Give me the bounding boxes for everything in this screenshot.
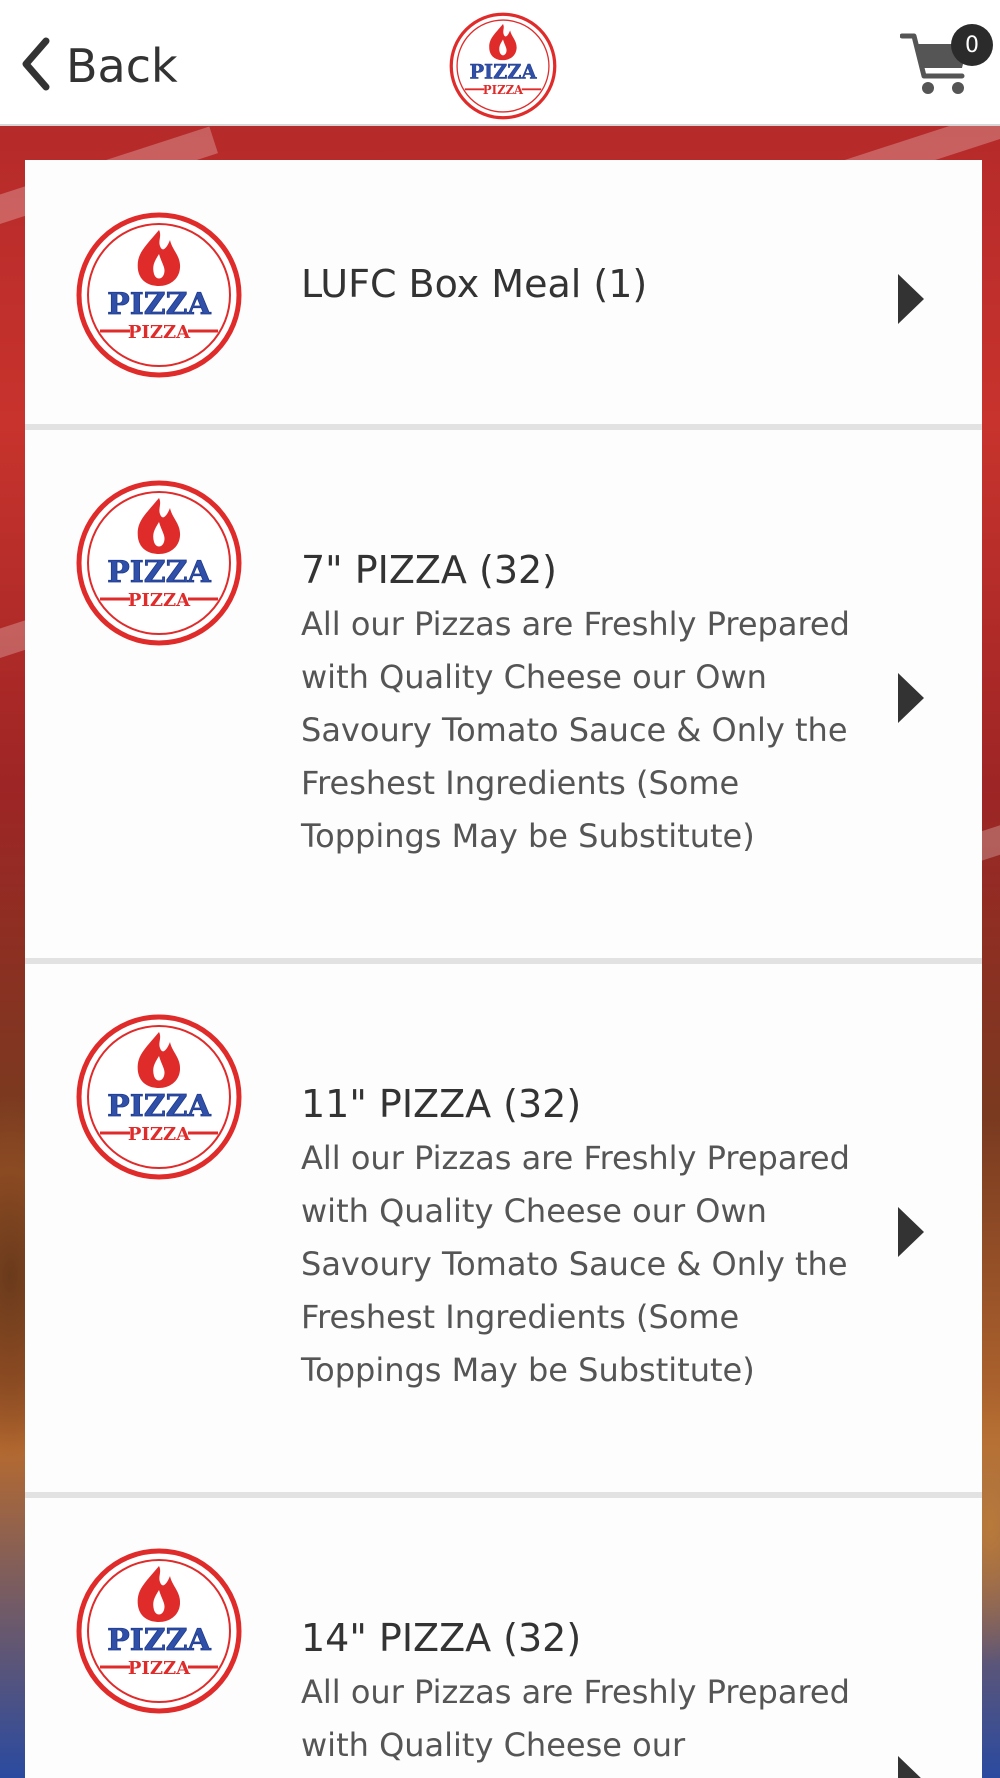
pizza-pizza-logo-icon (74, 478, 244, 648)
pizza-pizza-logo-icon (74, 210, 244, 380)
item-text: 7" PIZZA (32) All our Pizzas are Freshly… (301, 546, 881, 863)
pizza-pizza-logo-icon (448, 11, 558, 121)
caret-right-icon (896, 1205, 926, 1259)
item-description: All our Pizzas are Freshly Prepared with… (301, 1139, 850, 1389)
pizza-pizza-logo-icon (74, 1546, 244, 1716)
back-button[interactable]: Back (18, 34, 178, 98)
caret-right-icon (896, 272, 926, 326)
list-item[interactable]: LUFC Box Meal (1) (25, 160, 982, 430)
shopping-cart-icon (899, 33, 972, 102)
back-label: Back (66, 39, 178, 93)
caret-right-icon (896, 1754, 926, 1778)
category-list: LUFC Box Meal (1) 7" PIZZA (32) All our … (25, 160, 982, 1778)
item-text: 11" PIZZA (32) All our Pizzas are Freshl… (301, 1080, 881, 1397)
item-title: 11" PIZZA (32) (301, 1082, 582, 1126)
app-screen: Back 0 LUFC Box Meal (1) 7" PIZZA (32) A… (0, 0, 1000, 1778)
item-title: LUFC Box Meal (1) (301, 262, 648, 306)
item-description: All our Pizzas are Freshly Prepared with… (301, 605, 850, 855)
item-title: 7" PIZZA (32) (301, 548, 557, 592)
top-navigation-bar: Back 0 (0, 0, 1000, 126)
list-item[interactable]: 11" PIZZA (32) All our Pizzas are Freshl… (25, 964, 982, 1498)
pizza-pizza-logo-icon (74, 1012, 244, 1182)
caret-right-icon (896, 671, 926, 725)
chevron-left-icon (18, 37, 52, 95)
item-text: 14" PIZZA (32) All our Pizzas are Freshl… (301, 1614, 881, 1772)
item-text: LUFC Box Meal (1) (301, 260, 881, 308)
item-title: 14" PIZZA (32) (301, 1616, 582, 1660)
cart-count-badge: 0 (951, 24, 993, 66)
list-item[interactable]: 14" PIZZA (32) All our Pizzas are Freshl… (25, 1498, 982, 1778)
list-item[interactable]: 7" PIZZA (32) All our Pizzas are Freshly… (25, 430, 982, 964)
item-description: All our Pizzas are Freshly Prepared with… (301, 1673, 850, 1764)
